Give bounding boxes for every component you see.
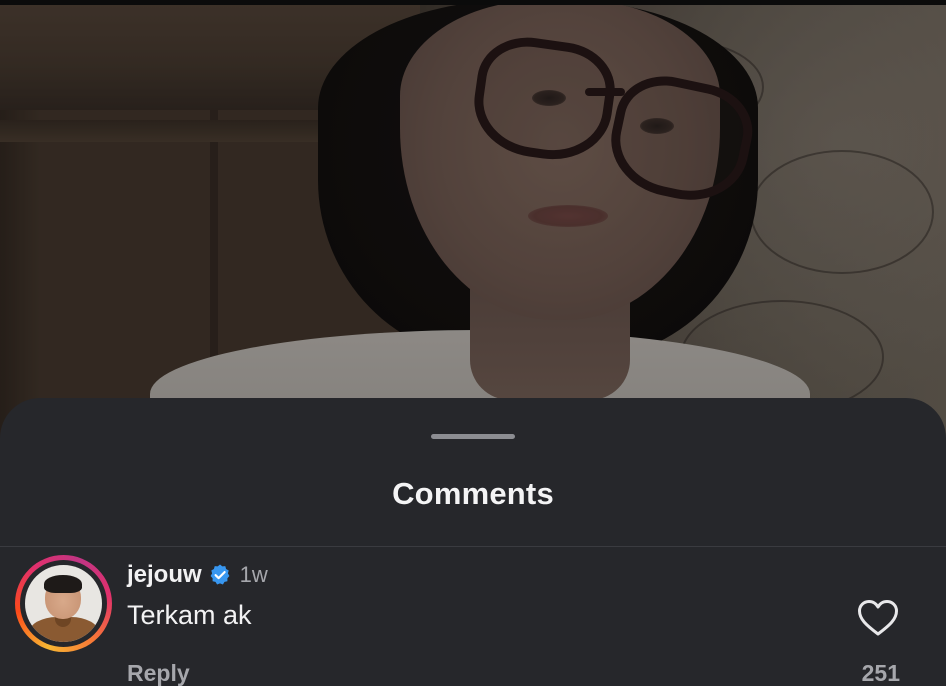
like-count: 251 <box>861 660 900 686</box>
screen: Comments jejouw 1w Terkam ak Reply 251 <box>0 0 946 686</box>
status-bar-edge <box>0 0 946 5</box>
avatar[interactable] <box>25 565 102 642</box>
sheet-drag-handle[interactable] <box>431 434 515 439</box>
like-button[interactable] <box>856 598 900 638</box>
heart-outline-icon <box>858 600 898 636</box>
verified-badge-icon <box>208 563 232 587</box>
comment-username[interactable]: jejouw <box>127 561 202 589</box>
comment-text: Terkam ak <box>127 600 252 630</box>
avatar-story-ring[interactable] <box>15 555 112 652</box>
comment-timestamp: 1w <box>239 562 268 587</box>
comment-item: jejouw 1w Terkam ak Reply 251 <box>0 548 946 686</box>
avatar-hair <box>44 575 82 593</box>
sheet-divider <box>0 546 946 547</box>
sheet-title: Comments <box>392 476 554 511</box>
reply-button[interactable]: Reply <box>127 660 190 686</box>
comments-sheet: Comments jejouw 1w Terkam ak Reply 251 <box>0 398 946 686</box>
comment-header: jejouw 1w <box>127 560 268 590</box>
